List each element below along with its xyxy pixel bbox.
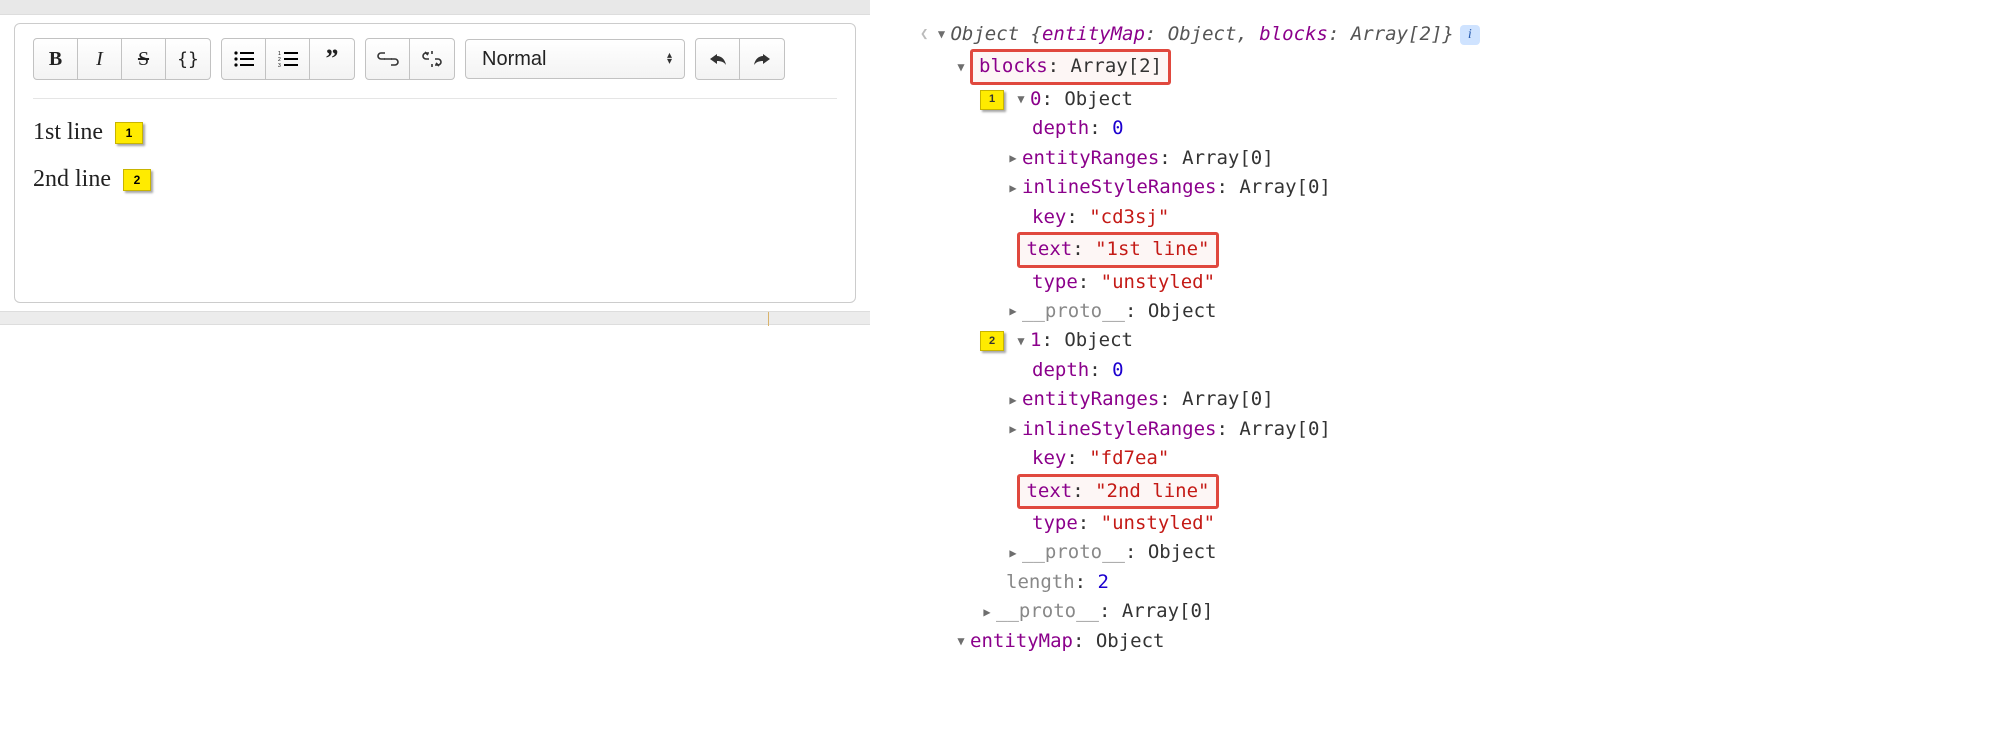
window-chrome-top xyxy=(0,0,870,15)
editor-pane: B I S {} 123 ” xyxy=(0,0,870,325)
window-chrome-bottom xyxy=(0,311,870,325)
line-text[interactable]: 1st line xyxy=(33,119,103,146)
italic-button[interactable]: I xyxy=(78,39,122,79)
select-caret-icon: ▴▾ xyxy=(667,53,672,65)
expand-icon[interactable] xyxy=(980,603,994,622)
expand-icon[interactable] xyxy=(1006,544,1020,563)
line-text[interactable]: 2nd line xyxy=(33,166,111,193)
blockquote-button[interactable]: ” xyxy=(310,39,354,79)
annotation-badge: 1 xyxy=(980,90,1004,110)
tree-inlinestyleranges-1[interactable]: inlineStyleRanges: Array[0] xyxy=(920,415,1620,444)
tree-depth-1[interactable]: depth: 0 xyxy=(920,356,1620,385)
tree-entitymap[interactable]: entityMap: Object xyxy=(920,627,1620,656)
expand-icon[interactable] xyxy=(1014,90,1028,109)
annotation-badge: 1 xyxy=(115,122,143,144)
tree-proto-array[interactable]: __proto__: Array[0] xyxy=(920,597,1620,626)
tree-depth-0[interactable]: depth: 0 xyxy=(920,114,1620,143)
expand-icon[interactable] xyxy=(954,58,968,77)
tree-type-1[interactable]: type: "unstyled" xyxy=(920,509,1620,538)
tree-text-1[interactable]: text: "2nd line" xyxy=(920,474,1620,509)
tree-inlinestyleranges-0[interactable]: inlineStyleRanges: Array[0] xyxy=(920,173,1620,202)
editor-card: B I S {} 123 ” xyxy=(14,23,856,303)
editor-line: 2nd line 2 xyxy=(33,166,837,193)
tree-entityranges-1[interactable]: entityRanges: Array[0] xyxy=(920,385,1620,414)
tree-text-0[interactable]: text: "1st line" xyxy=(920,232,1620,267)
code-button[interactable]: {} xyxy=(166,39,210,79)
unlink-button[interactable] xyxy=(410,39,454,79)
tree-length[interactable]: length: 2 xyxy=(920,568,1620,597)
ruler-tick xyxy=(768,312,769,326)
block-style-select[interactable]: Normal ▴▾ xyxy=(465,39,685,79)
expand-icon[interactable] xyxy=(1006,179,1020,198)
tree-type-0[interactable]: type: "unstyled" xyxy=(920,268,1620,297)
tree-key-0[interactable]: key: "cd3sj" xyxy=(920,203,1620,232)
tree-root[interactable]: ❮ Object {entityMap: Object, blocks: Arr… xyxy=(920,20,1620,49)
undo-button[interactable] xyxy=(696,39,740,79)
block-group: 123 ” xyxy=(221,38,355,80)
link-group xyxy=(365,38,455,80)
tree-block-0[interactable]: 1 0: Object xyxy=(920,85,1620,114)
expand-icon[interactable] xyxy=(1006,420,1020,439)
tree-proto-1[interactable]: __proto__: Object xyxy=(920,538,1620,567)
highlight-blocks: blocks: Array[2] xyxy=(970,49,1171,84)
expand-icon[interactable] xyxy=(1006,391,1020,410)
info-icon[interactable]: i xyxy=(1460,25,1480,45)
annotation-badge: 2 xyxy=(980,331,1004,351)
root-summary: Object {entityMap: Object, blocks: Array… xyxy=(950,20,1453,49)
tree-entityranges-0[interactable]: entityRanges: Array[0] xyxy=(920,144,1620,173)
expand-icon[interactable] xyxy=(1006,149,1020,168)
tree-block-1[interactable]: 2 1: Object xyxy=(920,326,1620,355)
redo-button[interactable] xyxy=(740,39,784,79)
highlight-text-0: text: "1st line" xyxy=(1017,232,1218,267)
back-caret-icon[interactable]: ❮ xyxy=(920,24,928,46)
expand-icon[interactable] xyxy=(934,25,948,44)
highlight-text-1: text: "2nd line" xyxy=(1017,474,1218,509)
tree-blocks[interactable]: blocks: Array[2] xyxy=(920,49,1620,84)
tree-proto-0[interactable]: __proto__: Object xyxy=(920,297,1620,326)
annotation-badge: 2 xyxy=(123,169,151,191)
expand-icon[interactable] xyxy=(954,632,968,651)
svg-text:3: 3 xyxy=(278,63,281,67)
expand-icon[interactable] xyxy=(1006,302,1020,321)
link-button[interactable] xyxy=(366,39,410,79)
tree-key-1[interactable]: key: "fd7ea" xyxy=(920,444,1620,473)
bullet-list-button[interactable] xyxy=(222,39,266,79)
expand-icon[interactable] xyxy=(1014,332,1028,351)
editor-line: 1st line 1 xyxy=(33,119,837,146)
toolbar: B I S {} 123 ” xyxy=(33,38,837,99)
history-group xyxy=(695,38,785,80)
text-style-group: B I S {} xyxy=(33,38,211,80)
block-style-label: Normal xyxy=(482,48,546,71)
editor-content[interactable]: 1st line 1 2nd line 2 xyxy=(33,99,837,193)
strikethrough-button[interactable]: S xyxy=(122,39,166,79)
object-inspector[interactable]: ❮ Object {entityMap: Object, blocks: Arr… xyxy=(920,20,1620,656)
numbered-list-button[interactable]: 123 xyxy=(266,39,310,79)
bold-button[interactable]: B xyxy=(34,39,78,79)
